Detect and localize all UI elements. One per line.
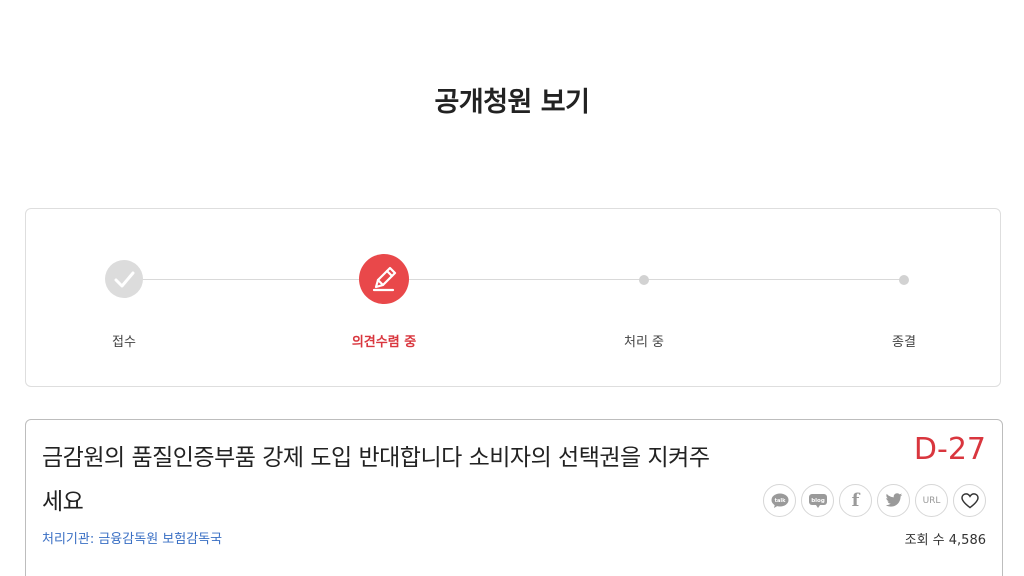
page: 공개청원 보기 접수 의견수렴 중 처리 중 종결 금감원의 품질인증부품 강제… <box>0 0 1024 576</box>
share-buttons: talk blog f URL <box>763 484 986 517</box>
kakaotalk-icon: talk <box>771 493 788 508</box>
blog-icon-text: blog <box>811 498 825 504</box>
view-count: 조회 수 4,586 <box>905 529 986 548</box>
pencil-icon <box>359 254 409 304</box>
page-title: 공개청원 보기 <box>434 87 590 118</box>
progress-card: 접수 의견수렴 중 처리 중 종결 <box>25 208 1001 387</box>
step-label-received: 접수 <box>112 335 136 350</box>
twitter-share-button[interactable] <box>877 484 910 517</box>
view-count-label: 조회 수 <box>904 533 945 548</box>
twitter-icon <box>885 493 902 507</box>
petition-card: 금감원의 품질인증부품 강제 도입 반대합니다 소비자의 선택권을 지켜주 세요… <box>25 419 1003 576</box>
kakaotalk-icon-text: talk <box>774 498 785 504</box>
petition-title: 금감원의 품질인증부품 강제 도입 반대합니다 소비자의 선택권을 지켜주 세요 <box>42 436 732 524</box>
heart-icon <box>960 492 979 508</box>
facebook-share-button[interactable]: f <box>839 484 872 517</box>
step-label-closed: 종결 <box>892 335 916 350</box>
like-button[interactable] <box>953 484 986 517</box>
blog-icon: blog <box>808 493 827 508</box>
url-copy-button[interactable]: URL <box>915 484 948 517</box>
facebook-icon: f <box>851 490 860 511</box>
view-count-value: 4,586 <box>948 533 986 548</box>
step-label-processing: 처리 중 <box>623 335 664 350</box>
petition-title-line2: 세요 <box>42 489 84 515</box>
processing-agency: 처리기관: 금융감독원 보험감독국 <box>42 532 223 547</box>
check-icon <box>105 260 143 298</box>
blog-share-button[interactable]: blog <box>801 484 834 517</box>
pending-dot-icon <box>639 275 649 285</box>
step-label-collecting: 의견수렴 중 <box>351 335 417 350</box>
kakaotalk-share-button[interactable]: talk <box>763 484 796 517</box>
pending-dot-icon <box>899 275 909 285</box>
progress-line <box>124 279 904 280</box>
url-icon: URL <box>922 495 941 506</box>
petition-title-line1: 금감원의 품질인증부품 강제 도입 반대합니다 소비자의 선택권을 지켜주 <box>42 445 710 471</box>
dday-counter: D-27 <box>913 432 986 467</box>
